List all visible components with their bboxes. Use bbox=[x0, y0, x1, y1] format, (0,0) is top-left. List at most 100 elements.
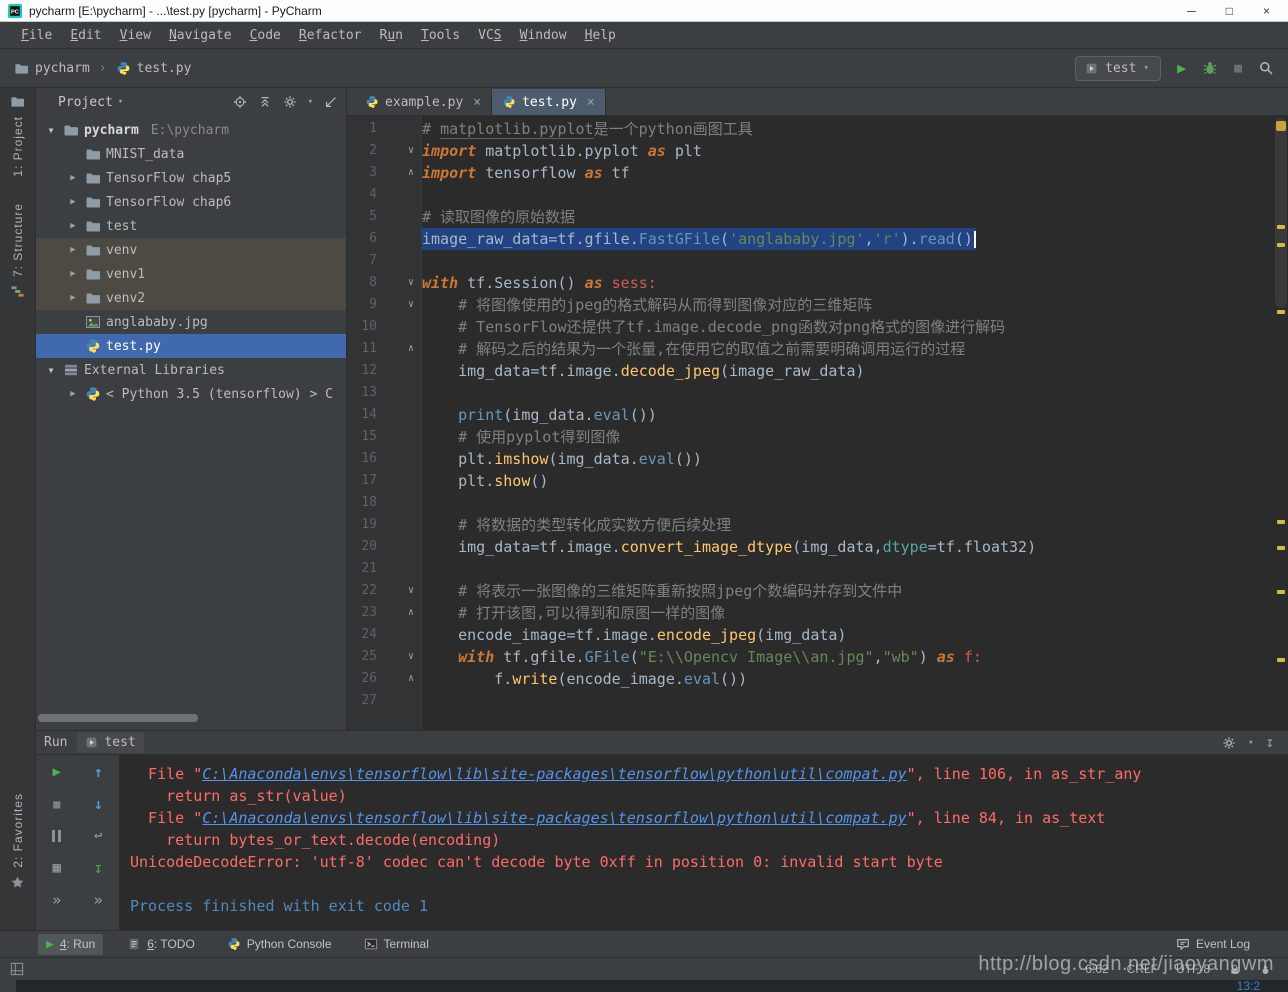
project-panel-title[interactable]: Project bbox=[58, 95, 113, 110]
more-chevrons-button[interactable]: » bbox=[89, 892, 107, 908]
code-line-12[interactable]: 12 img_data=tf.image.decode_jpeg(image_r… bbox=[347, 360, 1274, 382]
code-line-14[interactable]: 14 print(img_data.eval()) bbox=[347, 404, 1274, 426]
toolbtn-6-todo[interactable]: 6: TODO bbox=[119, 934, 203, 954]
warning-mark[interactable] bbox=[1277, 310, 1285, 314]
fold-marker-icon[interactable]: ∨ bbox=[377, 272, 422, 294]
line-number[interactable]: 6 bbox=[347, 228, 377, 250]
stripe-2-favorites[interactable]: 2: Favorites bbox=[0, 793, 35, 890]
code-line-8[interactable]: 8∨with tf.Session() as sess: bbox=[347, 272, 1274, 294]
code-line-22[interactable]: 22∨ # 将表示一张图像的三维矩阵重新按照jpeg个数编码并存到文件中 bbox=[347, 580, 1274, 602]
line-number[interactable]: 22 bbox=[347, 580, 377, 602]
code-line-27[interactable]: 27 bbox=[347, 690, 1274, 712]
line-number[interactable]: 17 bbox=[347, 470, 377, 492]
toolbtn-terminal[interactable]: Terminal bbox=[356, 934, 437, 954]
line-number[interactable]: 10 bbox=[347, 316, 377, 338]
code-line-15[interactable]: 15 # 使用pyplot得到图像 bbox=[347, 426, 1274, 448]
run-config-selector[interactable]: test ▾ bbox=[1075, 56, 1161, 81]
code-line-18[interactable]: 18 bbox=[347, 492, 1274, 514]
line-number[interactable]: 9 bbox=[347, 294, 377, 316]
line-number[interactable]: 20 bbox=[347, 536, 377, 558]
code-line-19[interactable]: 19 # 将数据的类型转化成实数方便后续处理 bbox=[347, 514, 1274, 536]
restore-layout-button[interactable]: ▦ bbox=[48, 860, 66, 876]
line-number[interactable]: 4 bbox=[347, 184, 377, 206]
warning-mark[interactable] bbox=[1277, 658, 1285, 662]
fold-marker-icon[interactable]: ∧ bbox=[377, 338, 422, 360]
locate-file-button[interactable] bbox=[233, 95, 247, 109]
caret-position[interactable]: 6:62 bbox=[1085, 962, 1108, 976]
code-line-4[interactable]: 4 bbox=[347, 184, 1274, 206]
rerun-button[interactable]: ▶ bbox=[48, 764, 66, 780]
chevron-down-icon[interactable]: ▾ bbox=[1248, 738, 1253, 748]
code-line-2[interactable]: 2∨import matplotlib.pyplot as plt bbox=[347, 140, 1274, 162]
hector-inspector-icon[interactable] bbox=[1259, 963, 1272, 976]
tree-item-mnist-data[interactable]: MNIST_data bbox=[36, 142, 346, 166]
fold-marker-icon[interactable]: ∨ bbox=[377, 580, 422, 602]
stop-button[interactable]: ■ bbox=[48, 796, 66, 812]
code-line-25[interactable]: 25∨ with tf.gfile.GFile("E:\\Opencv Imag… bbox=[347, 646, 1274, 668]
line-number[interactable]: 19 bbox=[347, 514, 377, 536]
inspection-indicator-icon[interactable] bbox=[1276, 121, 1286, 131]
code-line-11[interactable]: 11∧ # 解码之后的结果为一个张量,在使用它的取值之前需要明确调用运行的过程 bbox=[347, 338, 1274, 360]
menu-file[interactable]: File bbox=[12, 28, 61, 43]
fold-marker-icon[interactable]: ∧ bbox=[377, 668, 422, 690]
line-number[interactable]: 14 bbox=[347, 404, 377, 426]
line-separator[interactable]: CRLF bbox=[1127, 962, 1158, 976]
search-everywhere-button[interactable] bbox=[1258, 60, 1274, 76]
menu-help[interactable]: Help bbox=[576, 28, 625, 43]
line-number[interactable]: 7 bbox=[347, 250, 377, 272]
hide-panel-button[interactable]: ↧ bbox=[1266, 735, 1274, 751]
code-line-16[interactable]: 16 plt.imshow(img_data.eval()) bbox=[347, 448, 1274, 470]
close-button[interactable]: × bbox=[1263, 4, 1270, 18]
expander-closed-icon[interactable]: ▶ bbox=[66, 173, 80, 183]
line-number[interactable]: 12 bbox=[347, 360, 377, 382]
soft-wrap-button[interactable]: ↩ bbox=[89, 828, 107, 844]
tree-item-tensorflow-chap5[interactable]: ▶TensorFlow chap5 bbox=[36, 166, 346, 190]
code-line-21[interactable]: 21 bbox=[347, 558, 1274, 580]
menu-tools[interactable]: Tools bbox=[412, 28, 469, 43]
fold-marker-icon[interactable]: ∧ bbox=[377, 602, 422, 624]
toolwindow-toggle-icon[interactable] bbox=[10, 962, 24, 976]
menu-code[interactable]: Code bbox=[241, 28, 290, 43]
menu-navigate[interactable]: Navigate bbox=[160, 28, 241, 43]
stacktrace-link[interactable]: C:\Anaconda\envs\tensorflow\lib\site-pac… bbox=[202, 765, 906, 783]
line-number[interactable]: 23 bbox=[347, 602, 377, 624]
tree-item-venv2[interactable]: ▶venv2 bbox=[36, 286, 346, 310]
warning-mark[interactable] bbox=[1277, 590, 1285, 594]
stop-toolbar-button[interactable]: ■ bbox=[1234, 61, 1242, 76]
expander-closed-icon[interactable]: ▶ bbox=[66, 389, 80, 399]
line-number[interactable]: 13 bbox=[347, 382, 377, 404]
stacktrace-link[interactable]: C:\Anaconda\envs\tensorflow\lib\site-pac… bbox=[202, 809, 906, 827]
fold-marker-icon[interactable]: ∧ bbox=[377, 162, 422, 184]
down-stack-button[interactable]: ↓ bbox=[89, 796, 107, 812]
toolbtn-event-log[interactable]: Event Log bbox=[1168, 934, 1258, 954]
horizontal-scrollbar[interactable] bbox=[38, 714, 198, 722]
tree-item-tensorflow-chap6[interactable]: ▶TensorFlow chap6 bbox=[36, 190, 346, 214]
tree-item-venv[interactable]: ▶venv bbox=[36, 238, 346, 262]
tree-item-external-libraries[interactable]: ▼External Libraries bbox=[36, 358, 346, 382]
expander-closed-icon[interactable]: ▶ bbox=[66, 245, 80, 255]
run-tab-test[interactable]: test bbox=[77, 732, 143, 753]
tree-item-venv1[interactable]: ▶venv1 bbox=[36, 262, 346, 286]
tree-item-test[interactable]: ▶test bbox=[36, 214, 346, 238]
lock-icon[interactable] bbox=[1228, 963, 1241, 976]
editor-tab-example-py[interactable]: example.py× bbox=[355, 89, 492, 115]
scrollbar-thumb[interactable] bbox=[1275, 118, 1287, 308]
expander-closed-icon[interactable]: ▶ bbox=[66, 269, 80, 279]
line-number[interactable]: 2 bbox=[347, 140, 377, 162]
breadcrumb-pycharm[interactable]: pycharm bbox=[14, 61, 90, 76]
up-stack-button[interactable]: ↑ bbox=[89, 764, 107, 780]
close-icon[interactable]: × bbox=[587, 95, 595, 110]
menu-edit[interactable]: Edit bbox=[61, 28, 110, 43]
debug-button[interactable] bbox=[1202, 60, 1218, 76]
line-number[interactable]: 27 bbox=[347, 690, 377, 712]
toolbtn-python-console[interactable]: Python Console bbox=[219, 934, 340, 954]
chevron-down-icon[interactable]: ▾ bbox=[118, 97, 123, 107]
expander-closed-icon[interactable]: ▶ bbox=[66, 293, 80, 303]
line-number[interactable]: 1 bbox=[347, 118, 377, 140]
code-line-13[interactable]: 13 bbox=[347, 382, 1274, 404]
code-line-6[interactable]: 6image_raw_data=tf.gfile.FastGFile('angl… bbox=[347, 228, 1274, 250]
toolbtn-4-run[interactable]: ▶4: Run bbox=[38, 934, 103, 955]
fold-marker-icon[interactable]: ∨ bbox=[377, 294, 422, 316]
expander-closed-icon[interactable]: ▶ bbox=[66, 221, 80, 231]
line-number[interactable]: 8 bbox=[347, 272, 377, 294]
